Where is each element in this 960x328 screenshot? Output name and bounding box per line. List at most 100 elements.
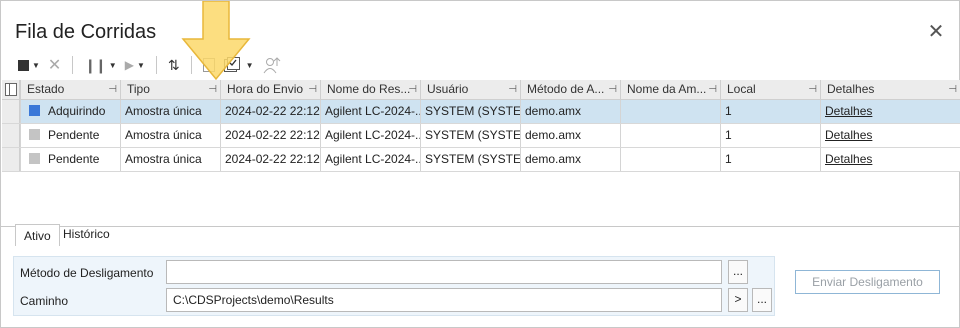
status-indicator xyxy=(29,105,40,116)
highlight-arrow-icon xyxy=(181,1,251,81)
cell-estado: Pendente xyxy=(20,148,120,171)
table-row[interactable]: Adquirindo Amostra única 2024-02-22 22:1… xyxy=(2,100,960,124)
column-label: Usuário xyxy=(427,82,469,96)
column-label: Hora do Envio xyxy=(227,82,304,96)
toolbar-divider xyxy=(72,56,74,74)
status-indicator xyxy=(29,153,40,164)
user-upload-icon xyxy=(263,57,280,74)
send-shutdown-button[interactable]: Enviar Desligamento xyxy=(795,270,940,294)
cell-metodo: demo.amx xyxy=(520,124,620,147)
cell-hora: 2024-02-22 22:12... xyxy=(220,100,320,123)
status-text: Adquirindo xyxy=(48,104,106,118)
column-header-detalhes[interactable]: Detalhes ⊣ xyxy=(820,80,960,99)
cell-local: 1 xyxy=(720,124,820,147)
cell-hora: 2024-02-22 22:12... xyxy=(220,148,320,171)
assign-user-button[interactable] xyxy=(259,54,285,76)
path-label: Caminho xyxy=(20,294,69,308)
column-label: Local xyxy=(727,82,756,96)
column-header-metodo[interactable]: Método de A... ⊣ xyxy=(520,80,620,99)
pin-icon[interactable]: ⊣ xyxy=(948,80,957,99)
cell-estado: Pendente xyxy=(20,124,120,147)
cell-local: 1 xyxy=(720,148,820,171)
row-header[interactable] xyxy=(2,100,20,123)
column-header-tipo[interactable]: Tipo ⊣ xyxy=(120,80,220,99)
play-icon: ▶ xyxy=(124,58,134,72)
tab-historico[interactable]: Histórico xyxy=(55,223,118,245)
cell-detalhes: Detalhes xyxy=(820,148,960,171)
cell-hora: 2024-02-22 22:12... xyxy=(220,124,320,147)
column-label: Estado xyxy=(27,82,65,96)
column-header-nome-am[interactable]: Nome da Am... ⊣ xyxy=(620,80,720,99)
pin-icon[interactable]: ⊣ xyxy=(108,80,117,99)
row-header[interactable] xyxy=(2,124,20,147)
cell-usuario: SYSTEM (SYSTEM) xyxy=(420,148,520,171)
stop-button[interactable]: ▼ xyxy=(15,54,43,76)
cell-nome-res: Agilent LC-2024-... xyxy=(320,100,420,123)
sort-arrows-icon: ⇅ xyxy=(167,56,180,73)
cell-nome-am xyxy=(620,148,720,171)
row-header[interactable] xyxy=(2,148,20,171)
cell-tipo: Amostra única xyxy=(120,124,220,147)
column-chooser[interactable] xyxy=(2,80,20,99)
details-link[interactable]: Detalhes xyxy=(825,128,872,142)
cell-usuario: SYSTEM (SYSTEM) xyxy=(420,100,520,123)
column-label: Nome da Am... xyxy=(627,82,707,96)
path-field[interactable]: C:\CDSProjects\demo\Results xyxy=(166,288,722,312)
details-link[interactable]: Detalhes xyxy=(825,104,872,118)
table-row[interactable]: Pendente Amostra única 2024-02-22 22:12.… xyxy=(2,148,960,172)
close-icon: ✕ xyxy=(47,57,62,74)
cell-metodo: demo.amx xyxy=(520,100,620,123)
column-header-hora[interactable]: Hora do Envio ⊣ xyxy=(220,80,320,99)
pin-icon[interactable]: ⊣ xyxy=(208,80,217,99)
pin-icon[interactable]: ⊣ xyxy=(308,80,317,99)
browse-method-button[interactable]: ... xyxy=(728,260,748,284)
chevron-down-icon: ▼ xyxy=(108,60,117,70)
column-label: Nome do Res... xyxy=(327,82,411,96)
close-icon[interactable]: ✕ xyxy=(927,22,945,42)
column-label: Método de A... xyxy=(527,82,605,96)
columns-icon xyxy=(5,83,17,96)
shutdown-method-field[interactable] xyxy=(166,260,722,284)
column-header-usuario[interactable]: Usuário ⊣ xyxy=(420,80,520,99)
pin-icon[interactable]: ⊣ xyxy=(408,80,417,99)
pin-icon[interactable]: ⊣ xyxy=(608,80,617,99)
cell-local: 1 xyxy=(720,100,820,123)
chevron-down-icon: ▼ xyxy=(32,60,40,70)
cell-tipo: Amostra única xyxy=(120,148,220,171)
pin-icon[interactable]: ⊣ xyxy=(808,80,817,99)
table-header: Estado ⊣ Tipo ⊣ Hora do Envio ⊣ Nome do Res… xyxy=(2,80,960,100)
cell-tipo: Amostra única xyxy=(120,100,220,123)
cell-nome-res: Agilent LC-2024-... xyxy=(320,148,420,171)
pause-icon: ❙❙ xyxy=(84,56,106,73)
shutdown-method-label: Método de Desligamento xyxy=(20,266,154,280)
pin-icon[interactable]: ⊣ xyxy=(508,80,517,99)
column-label: Detalhes xyxy=(827,82,875,96)
run-queue-table: Estado ⊣ Tipo ⊣ Hora do Envio ⊣ Nome do Res… xyxy=(2,80,960,172)
column-header-local[interactable]: Local ⊣ xyxy=(720,80,820,99)
column-header-estado[interactable]: Estado ⊣ xyxy=(20,80,120,99)
stop-icon xyxy=(18,59,29,71)
cell-estado: Adquirindo xyxy=(20,100,120,123)
pause-button[interactable]: ❙❙ ▼ xyxy=(81,54,119,76)
cell-nome-res: Agilent LC-2024-... xyxy=(320,124,420,147)
details-link[interactable]: Detalhes xyxy=(825,152,872,166)
run-queue-window: Fila de Corridas ✕ ▼ ✕ ❙❙ ▼ ▶ ▼ ⇅ ▼ Esta… xyxy=(0,0,960,328)
cell-nome-am xyxy=(620,100,720,123)
cell-detalhes: Detalhes xyxy=(820,100,960,123)
column-label: Tipo xyxy=(127,82,150,96)
toolbar-divider xyxy=(155,56,157,74)
chevron-down-icon: ▼ xyxy=(136,60,145,70)
cell-metodo: demo.amx xyxy=(520,148,620,171)
status-indicator xyxy=(29,129,40,140)
resume-button[interactable]: ▶ ▼ xyxy=(122,54,148,76)
tab-ativo[interactable]: Ativo xyxy=(15,224,60,246)
status-text: Pendente xyxy=(48,128,100,142)
path-arrow-button[interactable]: > xyxy=(728,288,748,312)
pin-icon[interactable]: ⊣ xyxy=(708,80,717,99)
window-title: Fila de Corridas xyxy=(15,21,157,43)
abort-button[interactable]: ✕ xyxy=(45,54,64,76)
reorder-button[interactable]: ⇅ xyxy=(165,54,183,76)
browse-path-button[interactable]: ... xyxy=(752,288,772,312)
column-header-nome-res[interactable]: Nome do Res... ⊣ xyxy=(320,80,420,99)
table-row[interactable]: Pendente Amostra única 2024-02-22 22:12.… xyxy=(2,124,960,148)
